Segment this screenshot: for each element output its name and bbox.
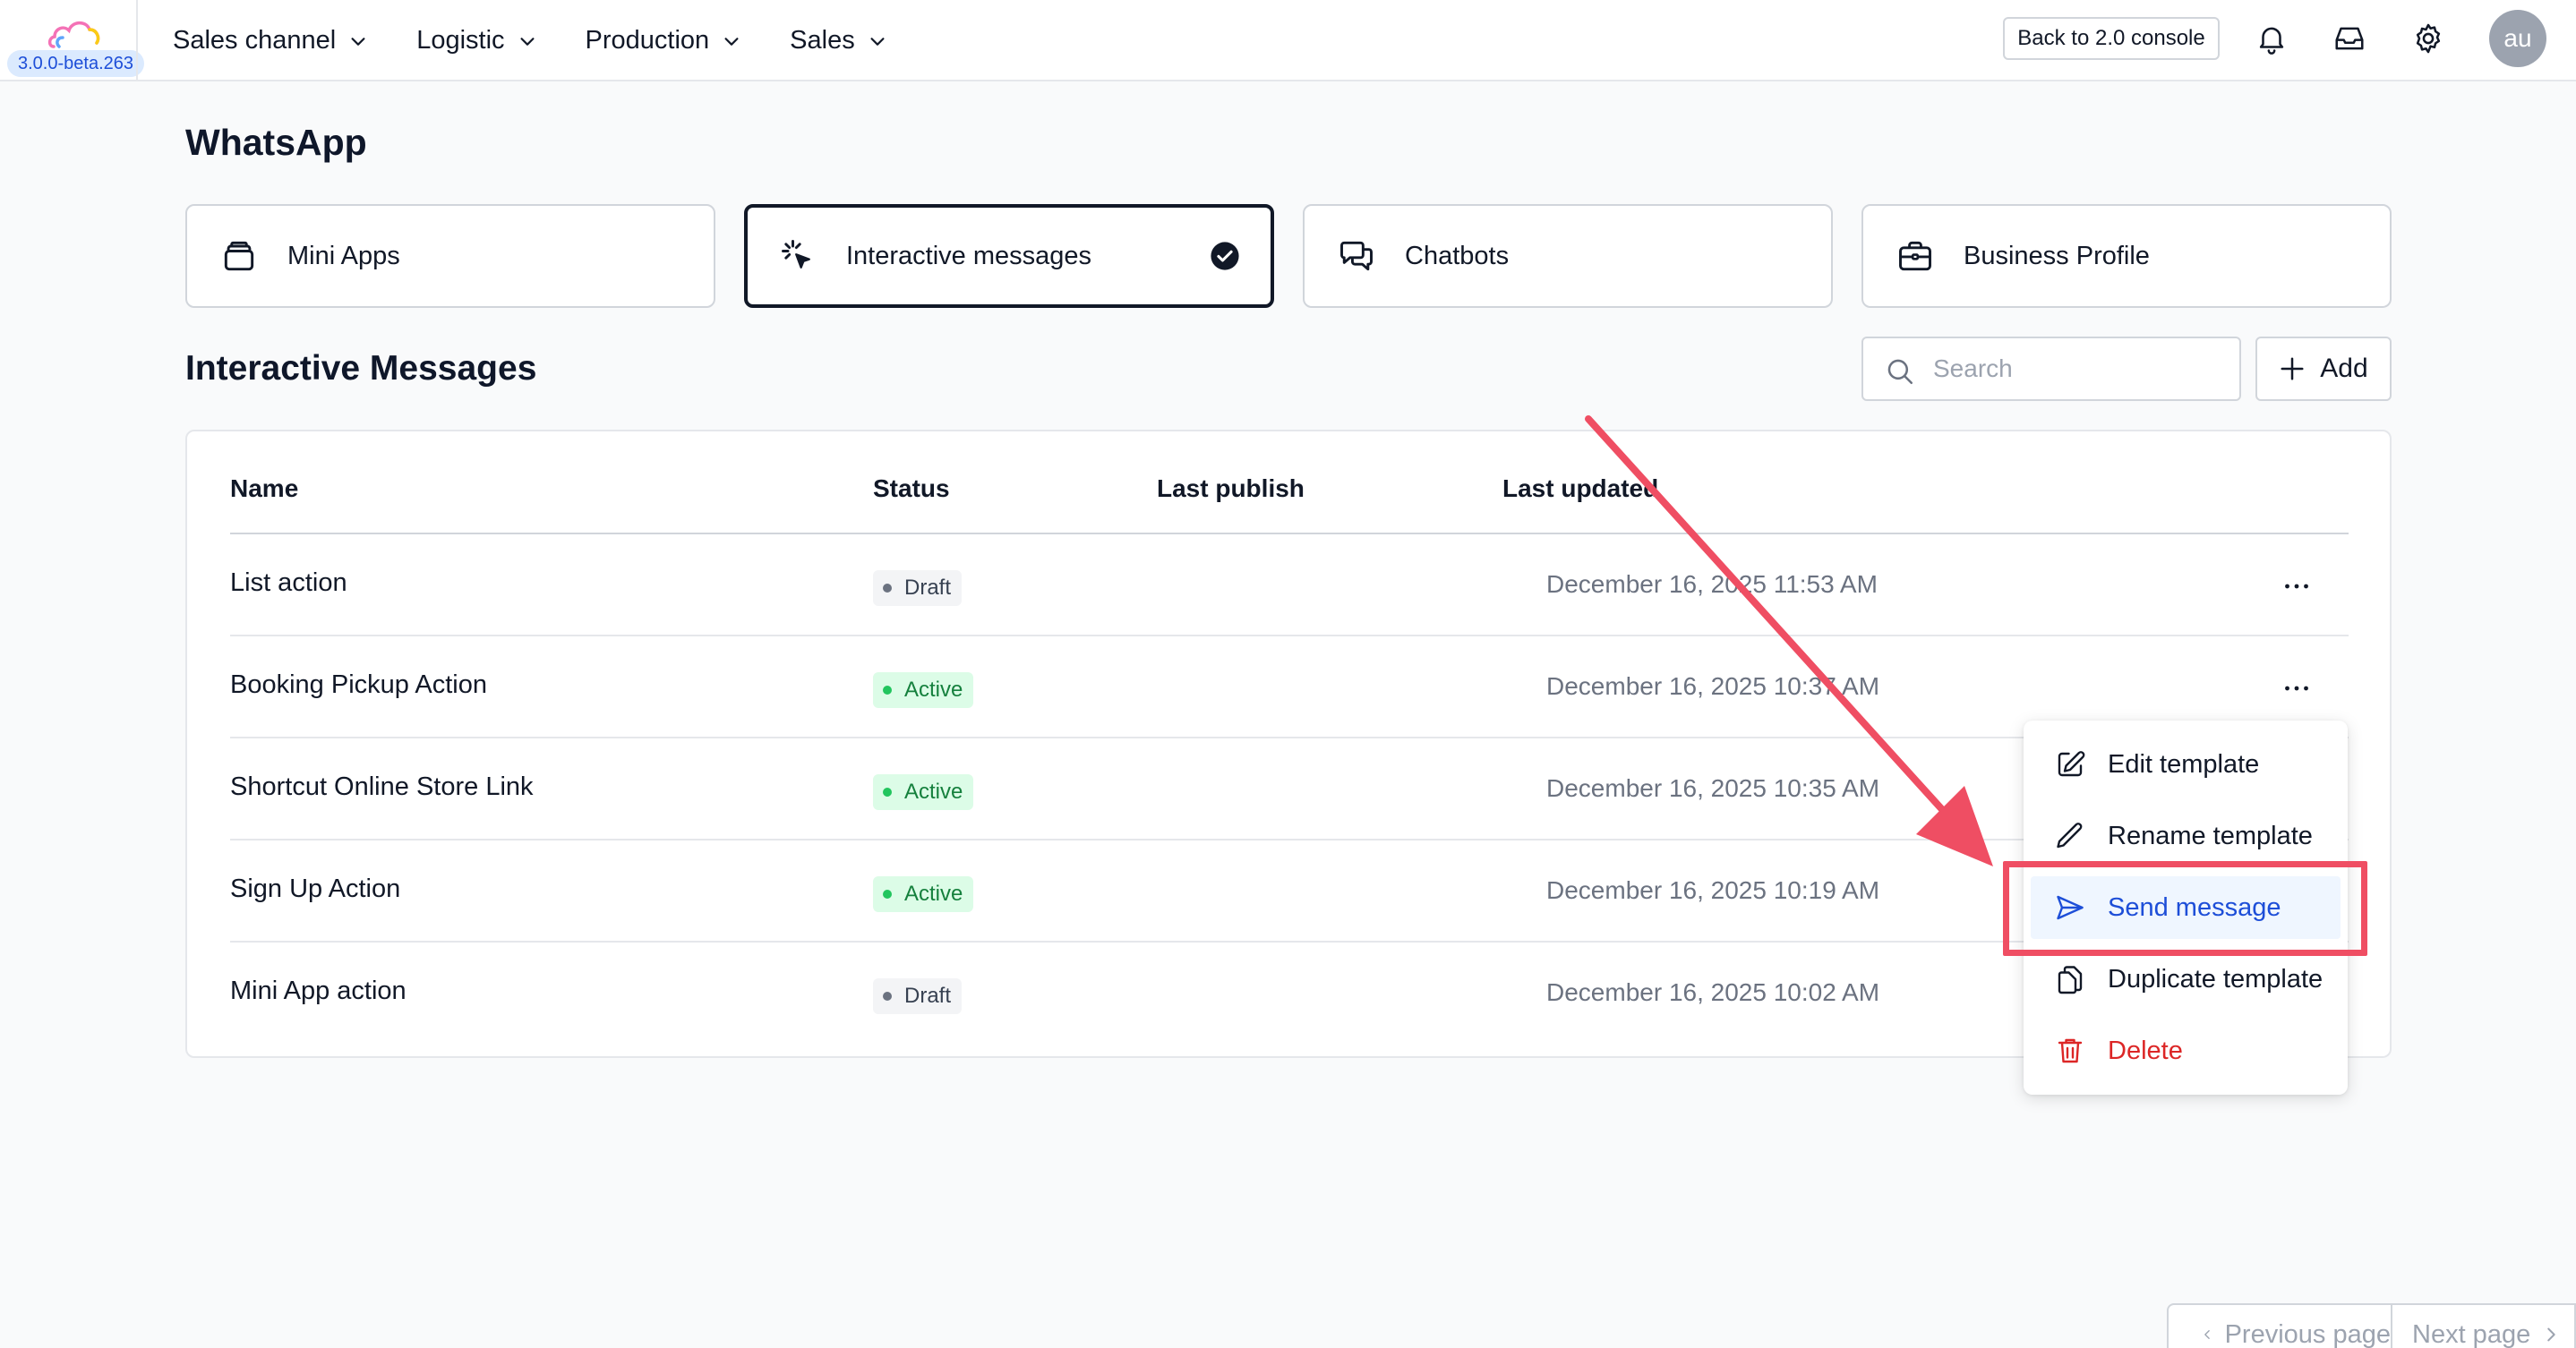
chevron-down-icon — [870, 37, 885, 46]
cell-name[interactable]: Sign Up Action — [230, 874, 400, 904]
card-interactive-messages[interactable]: Interactive messages — [744, 204, 1274, 308]
menu-item-delete[interactable]: Delete — [2031, 1020, 2341, 1082]
card-label: Chatbots — [1405, 241, 1510, 270]
chevron-right-icon — [2547, 1327, 2555, 1342]
status-dot — [883, 992, 892, 1001]
cell-name[interactable]: Booking Pickup Action — [230, 670, 487, 700]
inbox-icon[interactable] — [2332, 21, 2366, 55]
table-row[interactable]: List action Draft December 16, 2025 11:5… — [230, 534, 2349, 636]
next-page-button[interactable]: Next page — [2392, 1305, 2572, 1348]
menu-item-label: Duplicate template — [2108, 964, 2324, 994]
chevron-down-icon — [351, 37, 365, 46]
trash-icon — [2058, 1038, 2083, 1063]
status-badge: Draft — [873, 570, 963, 606]
briefcase-icon — [1899, 241, 1931, 271]
card-label: Mini Apps — [287, 241, 400, 270]
card-label: Interactive messages — [846, 241, 1092, 270]
check-circle-icon — [1211, 242, 1239, 270]
pencil-icon — [2057, 823, 2083, 849]
column-header-last-publish[interactable]: Last publish — [1157, 474, 1305, 503]
status-dot — [883, 890, 892, 899]
edit-icon — [2058, 751, 2085, 777]
logo-divider — [136, 0, 138, 81]
app-logo[interactable]: 3.0.0-beta.263 — [7, 11, 145, 79]
section-title: Interactive Messages — [185, 349, 537, 388]
cell-last-updated: December 16, 2025 11:53 AM — [1546, 570, 1878, 598]
nav-sales-channel[interactable]: Sales channel — [173, 26, 368, 55]
menu-item-rename-template[interactable]: Rename template — [2031, 805, 2341, 867]
more-horizontal-icon[interactable] — [2281, 570, 2313, 602]
page-title: WhatsApp — [185, 122, 367, 163]
search-input[interactable] — [1933, 351, 2220, 387]
gear-icon[interactable] — [2411, 21, 2445, 55]
add-button[interactable]: Add — [2255, 337, 2392, 401]
status-label: Active — [904, 882, 963, 906]
status-badge: Active — [873, 876, 974, 912]
cell-last-updated: December 16, 2025 10:35 AM — [1546, 774, 1880, 802]
menu-item-label: Edit template — [2108, 749, 2260, 779]
status-dot — [883, 686, 892, 695]
card-mini-apps[interactable]: Mini Apps — [185, 204, 715, 308]
top-navigation-bar: 3.0.0-beta.263 Sales channel Logistic Pr… — [0, 0, 2576, 81]
chat-bubbles-icon — [1340, 241, 1373, 271]
bell-icon[interactable] — [2255, 21, 2289, 55]
layers-icon — [224, 241, 254, 271]
nav-label: Sales — [790, 26, 855, 55]
card-label: Business Profile — [1964, 241, 2150, 270]
card-business-profile[interactable]: Business Profile — [1861, 204, 2392, 308]
cell-name[interactable]: List action — [230, 568, 347, 598]
card-chatbots[interactable]: Chatbots — [1303, 204, 1833, 308]
more-horizontal-icon[interactable] — [2281, 672, 2313, 704]
nav-label: Logistic — [416, 26, 505, 55]
add-label: Add — [2320, 354, 2368, 383]
menu-item-label: Send message — [2108, 892, 2281, 922]
chevron-down-icon — [519, 37, 535, 46]
nav-logistic[interactable]: Logistic — [416, 26, 536, 55]
main-nav: Sales channel Logistic Production Sales — [173, 0, 936, 81]
cell-last-updated: December 16, 2025 10:02 AM — [1546, 978, 1880, 1006]
chevron-left-icon — [2204, 1330, 2210, 1339]
back-to-console-button[interactable]: Back to 2.0 console — [2003, 17, 2220, 60]
version-badge: 3.0.0-beta.263 — [7, 50, 144, 77]
column-header-name[interactable]: Name — [230, 474, 298, 503]
status-label: Draft — [904, 576, 952, 600]
menu-item-label: Delete — [2108, 1036, 2183, 1065]
user-avatar[interactable]: au — [2489, 10, 2546, 67]
status-badge: Active — [873, 672, 974, 708]
previous-page-button[interactable]: Previous page — [2169, 1305, 2392, 1348]
status-label: Active — [904, 780, 963, 804]
cell-last-updated: December 16, 2025 10:37 AM — [1546, 672, 1880, 700]
cell-name[interactable]: Mini App action — [230, 977, 407, 1006]
pagination: Previous page Next page — [2167, 1303, 2576, 1348]
cloud-logo-icon — [47, 21, 100, 48]
search-icon — [1887, 359, 1913, 385]
menu-item-label: Rename template — [2108, 821, 2313, 850]
cursor-click-icon — [782, 240, 810, 269]
cell-name[interactable]: Shortcut Online Store Link — [230, 772, 534, 802]
status-badge: Draft — [873, 978, 963, 1014]
nav-label: Production — [585, 26, 710, 55]
next-page-label: Next page — [2412, 1319, 2531, 1348]
status-label: Active — [904, 678, 963, 702]
search-field[interactable] — [1861, 337, 2241, 401]
row-actions-menu: Edit template Rename template Send messa… — [2024, 721, 2348, 1095]
chevron-down-icon — [724, 37, 739, 46]
nav-label: Sales channel — [173, 26, 337, 55]
previous-page-label: Previous page — [2224, 1319, 2391, 1348]
nav-sales[interactable]: Sales — [790, 26, 887, 55]
menu-item-duplicate-template[interactable]: Duplicate template — [2031, 948, 2341, 1011]
cell-last-updated: December 16, 2025 10:19 AM — [1546, 876, 1880, 904]
status-dot — [883, 584, 892, 593]
status-badge: Active — [873, 774, 974, 810]
column-header-status[interactable]: Status — [873, 474, 950, 503]
column-header-last-updated[interactable]: Last updated — [1502, 474, 1658, 503]
status-label: Draft — [904, 984, 952, 1008]
status-dot — [883, 788, 892, 797]
copy-icon — [2058, 966, 2083, 994]
menu-item-edit-template[interactable]: Edit template — [2031, 733, 2341, 796]
plus-icon — [2281, 357, 2304, 380]
nav-production[interactable]: Production — [586, 26, 742, 55]
menu-item-send-message[interactable]: Send message — [2031, 876, 2341, 939]
send-icon — [2057, 895, 2084, 920]
